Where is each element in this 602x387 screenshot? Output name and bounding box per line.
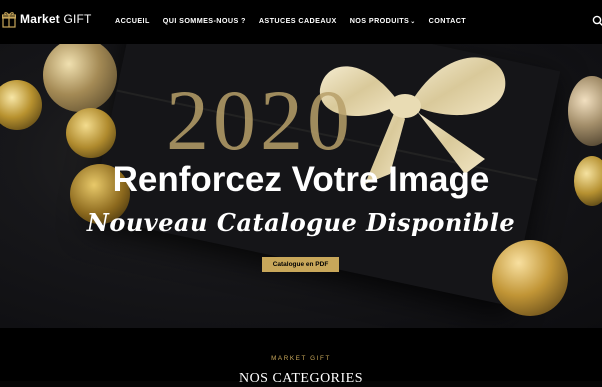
nav-item-astuces-cadeaux[interactable]: ASTUCES CADEAUX (259, 16, 337, 25)
hero-title: Renforcez Votre Image (112, 160, 490, 199)
section-title: NOS CATEGORIES (238, 371, 364, 386)
nav-item-qui-sommes-nous[interactable]: QUI SOMMES-NOUS ? (163, 16, 246, 25)
hero-subtitle: Nouveau Catalogue Disponible (86, 208, 516, 237)
logo-text: Market GIFT (20, 12, 92, 26)
catalogue-pdf-button[interactable]: Catalogue en PDF (262, 257, 339, 272)
main-nav: ACCUEIL QUI SOMMES-NOUS ? ASTUCES CADEAU… (115, 16, 479, 25)
nav-item-contact[interactable]: CONTACT (429, 16, 466, 25)
nav-item-accueil[interactable]: ACCUEIL (115, 16, 150, 25)
nav-item-nos-produits[interactable]: NOS PRODUITS⌄ (350, 16, 416, 25)
site-header: Market GIFT ACCUEIL QUI SOMMES-NOUS ? AS… (0, 0, 602, 44)
search-icon[interactable] (592, 15, 602, 27)
section-eyebrow: MARKET GIFT (271, 355, 331, 362)
ornament-image (568, 76, 602, 146)
ornament-image (43, 44, 117, 112)
ornament-image (66, 108, 116, 158)
ornament-image (0, 80, 42, 130)
gift-icon (2, 12, 16, 28)
hero-banner: 2020 Renforcez Votre Image Nouveau Catal… (0, 44, 602, 328)
year-graphic: 2020 (166, 72, 354, 168)
ornament-image (492, 240, 568, 316)
logo[interactable]: Market GIFT (2, 10, 92, 28)
chevron-down-icon: ⌄ (410, 19, 416, 25)
